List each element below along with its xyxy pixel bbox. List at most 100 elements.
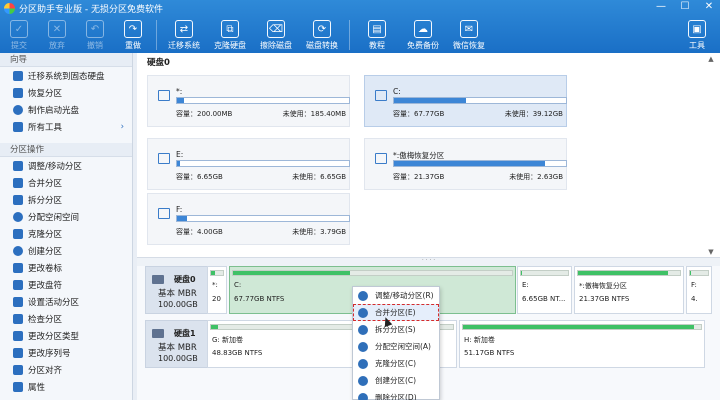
sidebar-item-allocate[interactable]: 分配空闲空间 xyxy=(0,208,132,225)
sidebar-item-create[interactable]: 创建分区 xyxy=(0,242,132,259)
card-e-drive[interactable]: E: 容量：6.65GB 未使用：6.65GB xyxy=(147,138,350,190)
scroll-up-icon[interactable]: ▲ xyxy=(707,55,715,63)
sidebar-item-set-active[interactable]: 设置活动分区 xyxy=(0,293,132,310)
partition-name: *: xyxy=(176,87,183,96)
hard-disk-icon xyxy=(152,329,164,338)
clone-disk-button[interactable]: ⧉ 克隆硬盘 xyxy=(207,16,253,53)
allocate-icon xyxy=(13,211,23,222)
menu-item-label: 创建分区(C) xyxy=(375,376,417,385)
menu-item-icon xyxy=(358,325,368,335)
cloud-icon: ☁ xyxy=(414,20,432,38)
sidebar-item-migrate-ssd[interactable]: 迁移系统到固态硬盘 xyxy=(0,67,132,84)
menu-item-delete[interactable]: 删除分区(D) xyxy=(353,389,439,400)
disk-size: 100.00GB xyxy=(158,354,198,363)
sidebar-item-label-change[interactable]: 更改卷标 xyxy=(0,259,132,276)
disc-icon xyxy=(13,104,23,115)
tag-icon xyxy=(13,262,23,273)
card-system-reserved[interactable]: *: 容量：200.00MB 未使用：185.40MB xyxy=(147,75,350,127)
card-recovery[interactable]: *:傲梅恢复分区 容量：21.37GB 未使用：2.63GB xyxy=(364,138,567,190)
view-splitter[interactable]: · · · · xyxy=(137,258,720,266)
free-space-text: 未使用：6.65GB xyxy=(292,173,346,181)
free-backup-button[interactable]: ☁ 免费备份 xyxy=(400,16,446,53)
window-controls: — ☐ ✕ xyxy=(654,1,716,12)
convert-disk-button[interactable]: ⟳ 磁盘转换 xyxy=(299,16,345,53)
partition-size: 67.77GB NTFS xyxy=(234,295,285,303)
sidebar-item-boot-disc[interactable]: 制作启动光盘 xyxy=(0,101,132,118)
disk-0-partition-block[interactable]: *: 20 xyxy=(207,266,227,314)
partition-usage-bar xyxy=(577,270,681,276)
scroll-down-icon[interactable]: ▼ xyxy=(707,248,715,256)
menu-item-allocate[interactable]: 分配空闲空间(A) xyxy=(353,338,439,355)
redo-icon: ↷ xyxy=(124,20,142,38)
partition-usage-fill xyxy=(578,271,668,275)
create-icon xyxy=(13,245,23,256)
sidebar-item-align[interactable]: 分区对齐 xyxy=(0,361,132,378)
maximize-icon[interactable]: ☐ xyxy=(678,1,692,12)
wizard-section-title: 向导 xyxy=(0,53,132,67)
sidebar-item-properties[interactable]: 属性 xyxy=(0,378,132,395)
sidebar-item-label: 分区对齐 xyxy=(28,365,63,376)
disk-name: 硬盘0 xyxy=(174,275,196,284)
apply-button[interactable]: ✓ 提交 xyxy=(0,16,38,53)
capacity-text: 容量：200.00MB xyxy=(176,110,233,118)
free-space-text: 未使用：2.63GB xyxy=(509,173,563,181)
ops-section-title: 分区操作 xyxy=(0,143,132,157)
sidebar-item-drive-letter[interactable]: 更改盘符 xyxy=(0,276,132,293)
partition-label: *: xyxy=(212,281,218,289)
migrate-icon: ⇄ xyxy=(175,20,193,38)
menu-item-label: 删除分区(D) xyxy=(375,393,417,400)
menu-item-create[interactable]: 创建分区(C) xyxy=(353,372,439,389)
usage-bar xyxy=(176,215,350,222)
menu-item-label: 拆分分区(S) xyxy=(375,325,416,334)
sidebar-item-label: 检查分区 xyxy=(28,314,63,325)
partition-name: F: xyxy=(176,205,183,214)
sidebar-item-type[interactable]: 更改分区类型 xyxy=(0,327,132,344)
disk-0-partition-block[interactable]: F: 4. xyxy=(686,266,712,314)
tools-grid-icon xyxy=(13,121,23,132)
backup-label: 免费备份 xyxy=(407,41,439,50)
sidebar-item-merge[interactable]: 合并分区 xyxy=(0,174,132,191)
minimize-icon[interactable]: — xyxy=(654,1,668,12)
sidebar-item-all-tools[interactable]: 所有工具 › xyxy=(0,118,132,135)
undo-button[interactable]: ↶ 撤销 xyxy=(76,16,114,53)
sidebar-item-clone[interactable]: 克隆分区 xyxy=(0,225,132,242)
sidebar-item-resize[interactable]: 调整/移动分区 xyxy=(0,157,132,174)
disk-size: 100.00GB xyxy=(158,300,198,309)
drive-icon xyxy=(375,153,387,164)
partition-size: 48.83GB NTFS xyxy=(212,349,263,357)
disk-type: 基本 MBR xyxy=(158,289,197,299)
tools-button[interactable]: ▣ 工具 xyxy=(678,16,716,53)
menu-item-split[interactable]: 拆分分区(S) xyxy=(353,321,439,338)
menu-item-resize[interactable]: 调整/移动分区(R) xyxy=(353,287,439,304)
partition-label: H: 新加卷 xyxy=(464,336,495,344)
sidebar: 向导 迁移系统到固态硬盘 恢复分区 制作启动光盘 所有工具 › 分区操作 调整/移… xyxy=(0,53,133,400)
serial-icon xyxy=(13,347,23,358)
disk-0-partition-block[interactable]: E: 6.65GB NT... xyxy=(517,266,572,314)
partition-usage-fill xyxy=(233,271,351,275)
redo-button[interactable]: ↷ 重做 xyxy=(114,16,152,53)
title-and-toolbar: 分区助手专业版 - 无损分区免费软件 — ☐ ✕ ✓ 提交 ✕ 放弃 ↶ 撤销 ↷ 重做… xyxy=(0,0,720,53)
card-f-drive[interactable]: F: 容量：4.00GB 未使用：3.79GB xyxy=(147,193,350,245)
tutorial-button[interactable]: ▤ 教程 xyxy=(354,16,400,53)
vertical-scrollbar[interactable]: ▲ ▼ xyxy=(707,53,715,258)
discard-button[interactable]: ✕ 放弃 xyxy=(38,16,76,53)
sidebar-item-serial[interactable]: 更改序列号 xyxy=(0,344,132,361)
wipe-disk-button[interactable]: ⌫ 擦除磁盘 xyxy=(253,16,299,53)
partition-usage-bar xyxy=(462,324,702,330)
card-c-drive[interactable]: C: 容量：67.77GB 未使用：39.12GB xyxy=(364,75,567,127)
disk-1-partition-block[interactable]: H: 新加卷 51.17GB NTFS xyxy=(459,320,705,368)
migrate-os-button[interactable]: ⇄ 迁移系统 xyxy=(161,16,207,53)
partition-label: C: xyxy=(234,281,242,289)
menu-item-clone[interactable]: 克隆分区(C) xyxy=(353,355,439,372)
sidebar-item-recover-partition[interactable]: 恢复分区 xyxy=(0,84,132,101)
sidebar-item-check[interactable]: 检查分区 xyxy=(0,310,132,327)
wechat-recovery-button[interactable]: ✉ 微信恢复 xyxy=(446,16,492,53)
sidebar-item-split[interactable]: 拆分分区 xyxy=(0,191,132,208)
capacity-text: 容量：67.77GB xyxy=(393,110,445,118)
disk-0-partition-block[interactable]: *:傲梅恢复分区 21.37GB NTFS xyxy=(574,266,684,314)
letter-icon xyxy=(13,279,23,290)
migrate-label: 迁移系统 xyxy=(168,41,200,50)
menu-item-merge[interactable]: 合并分区(E) xyxy=(353,304,439,321)
close-icon[interactable]: ✕ xyxy=(702,1,716,12)
disk-name: 硬盘1 xyxy=(174,329,196,338)
